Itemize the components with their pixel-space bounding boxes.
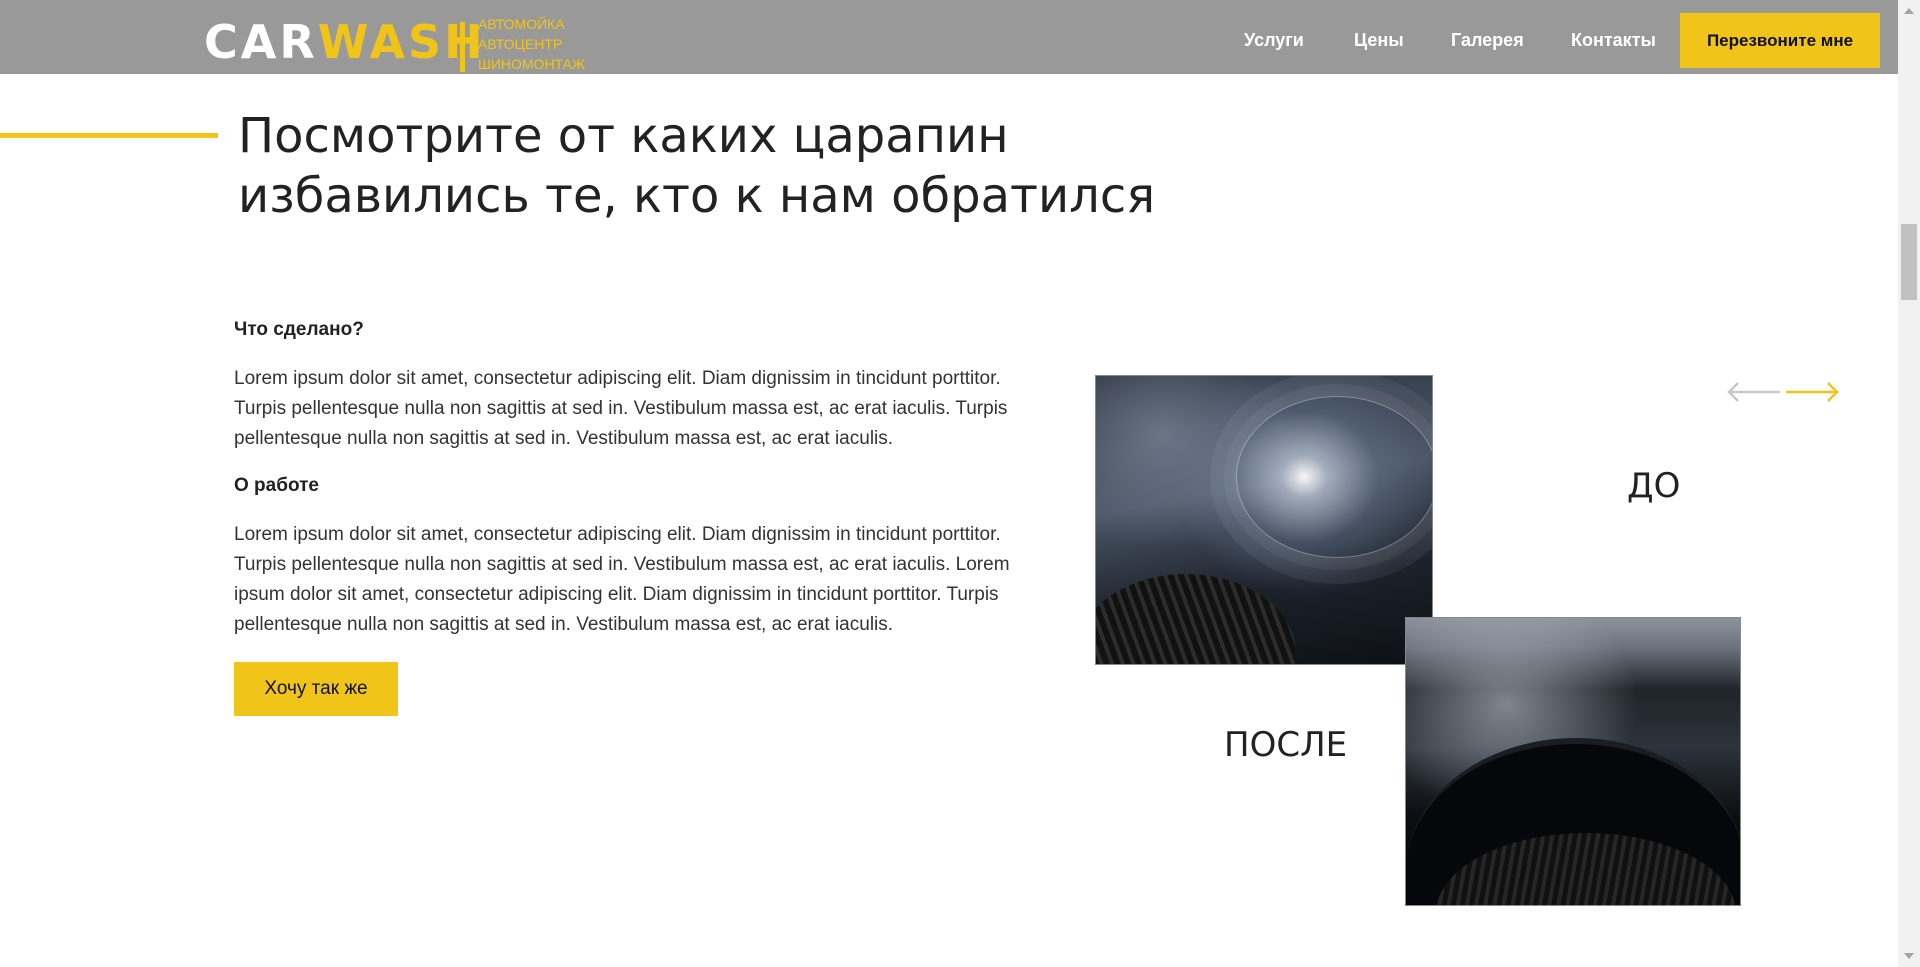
scroll-down-icon[interactable]	[1904, 953, 1914, 959]
before-label: ДО	[1627, 466, 1681, 506]
logo-subtitle-line: АВТОМОЙКА	[478, 16, 565, 32]
arrow-right-icon[interactable]	[1784, 380, 1840, 404]
scroll-up-icon[interactable]	[1904, 8, 1914, 14]
callback-button[interactable]: Перезвоните мне	[1680, 13, 1880, 68]
nav-item-prices[interactable]: Цены	[1354, 0, 1404, 80]
title-accent-line	[0, 133, 218, 138]
after-photo	[1405, 617, 1741, 906]
site-header: CARWASH АВТОМОЙКА АВТОЦЕНТР ШИНОМОНТАЖ У…	[0, 0, 1898, 74]
logo-subtitle: АВТОМОЙКА АВТОЦЕНТР ШИНОМОНТАЖ	[478, 14, 618, 74]
heading-what-done: Что сделано?	[234, 319, 364, 340]
paragraph-what-done: Lorem ipsum dolor sit amet, consectetur …	[234, 368, 1008, 449]
want-same-button[interactable]: Хочу так же	[234, 662, 398, 716]
heading-about-work: О работе	[234, 475, 319, 496]
nav-item-gallery[interactable]: Галерея	[1451, 0, 1524, 80]
section-title-line: Посмотрите от каких царапин	[238, 108, 1009, 164]
logo-subtitle-line: ШИНОМОНТАЖ	[478, 56, 585, 72]
page-scrollbar[interactable]	[1898, 0, 1920, 967]
arrow-left-icon[interactable]	[1726, 380, 1782, 404]
after-label: ПОСЛЕ	[1224, 725, 1348, 765]
nav-item-services[interactable]: Услуги	[1244, 0, 1304, 80]
logo-subtitle-line: АВТОЦЕНТР	[478, 36, 563, 52]
paragraph-about-work: Lorem ipsum dolor sit amet, consectetur …	[234, 524, 1010, 635]
description-column: Что сделано? Lorem ipsum dolor sit amet,…	[234, 316, 1034, 716]
scroll-thumb[interactable]	[1901, 224, 1917, 300]
scratches-overlay	[1236, 396, 1432, 558]
logo[interactable]: CARWASH АВТОМОЙКА АВТОЦЕНТР ШИНОМОНТАЖ	[204, 12, 585, 72]
logo-divider	[460, 22, 465, 72]
section-title: Посмотрите от каких царапин избавились т…	[238, 106, 1238, 226]
tire-shape	[1096, 574, 1296, 664]
before-photo	[1095, 375, 1433, 665]
logo-car-text: CAR	[204, 15, 318, 69]
nav-item-contacts[interactable]: Контакты	[1571, 0, 1656, 80]
section-title-line: избавились те, кто к нам обратился	[238, 168, 1156, 224]
